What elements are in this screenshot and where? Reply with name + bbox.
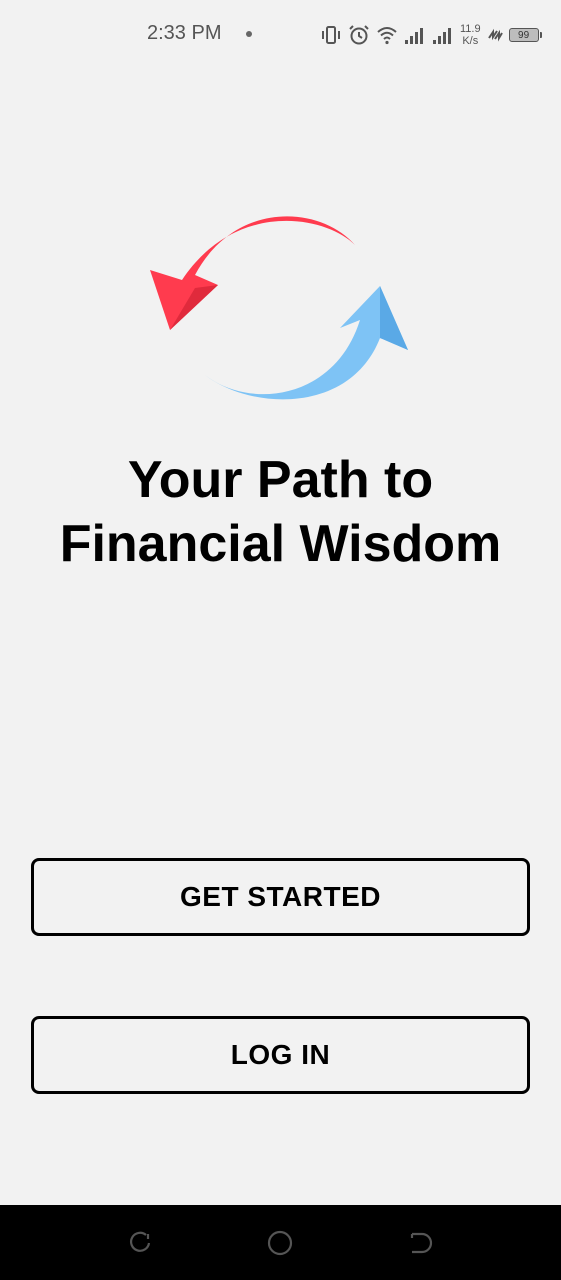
battery-level: 99: [518, 29, 530, 41]
system-nav-bar: [0, 1205, 561, 1280]
status-time: 2:33 PM: [147, 22, 222, 44]
status-icons: 11.9 K/s 99: [320, 18, 542, 52]
signal-icon: [405, 28, 423, 44]
get-started-button[interactable]: GET STARTED: [31, 858, 530, 936]
sync-arrows-icon: [150, 216, 408, 400]
headline: Your Path to Financial Wisdom: [0, 448, 561, 576]
status-bar: 2:33 PM 11.9 K/s 99: [0, 0, 561, 70]
wifi-icon: [377, 27, 397, 45]
back-icon[interactable]: [406, 1229, 434, 1257]
net-speed-value: 11.9: [460, 23, 481, 35]
headline-line-1: Your Path to: [127, 451, 434, 509]
battery-icon: 99: [508, 28, 542, 42]
recent-apps-icon[interactable]: [126, 1229, 154, 1257]
login-button[interactable]: LOG IN: [31, 1016, 530, 1094]
notification-dot-icon: [246, 31, 252, 37]
home-icon[interactable]: [266, 1229, 294, 1257]
signal-icon: [433, 28, 451, 44]
net-speed: 11.9 K/s: [460, 23, 481, 47]
charging-icon: [487, 28, 503, 42]
blue-arrow: [205, 286, 408, 400]
headline-line-2: Financial Wisdom: [59, 515, 502, 573]
alarm-icon: [349, 25, 369, 45]
get-started-label: GET STARTED: [180, 881, 381, 912]
login-label: LOG IN: [230, 1039, 331, 1070]
vibrate-icon: [322, 26, 340, 44]
net-speed-unit: K/s: [462, 35, 479, 47]
